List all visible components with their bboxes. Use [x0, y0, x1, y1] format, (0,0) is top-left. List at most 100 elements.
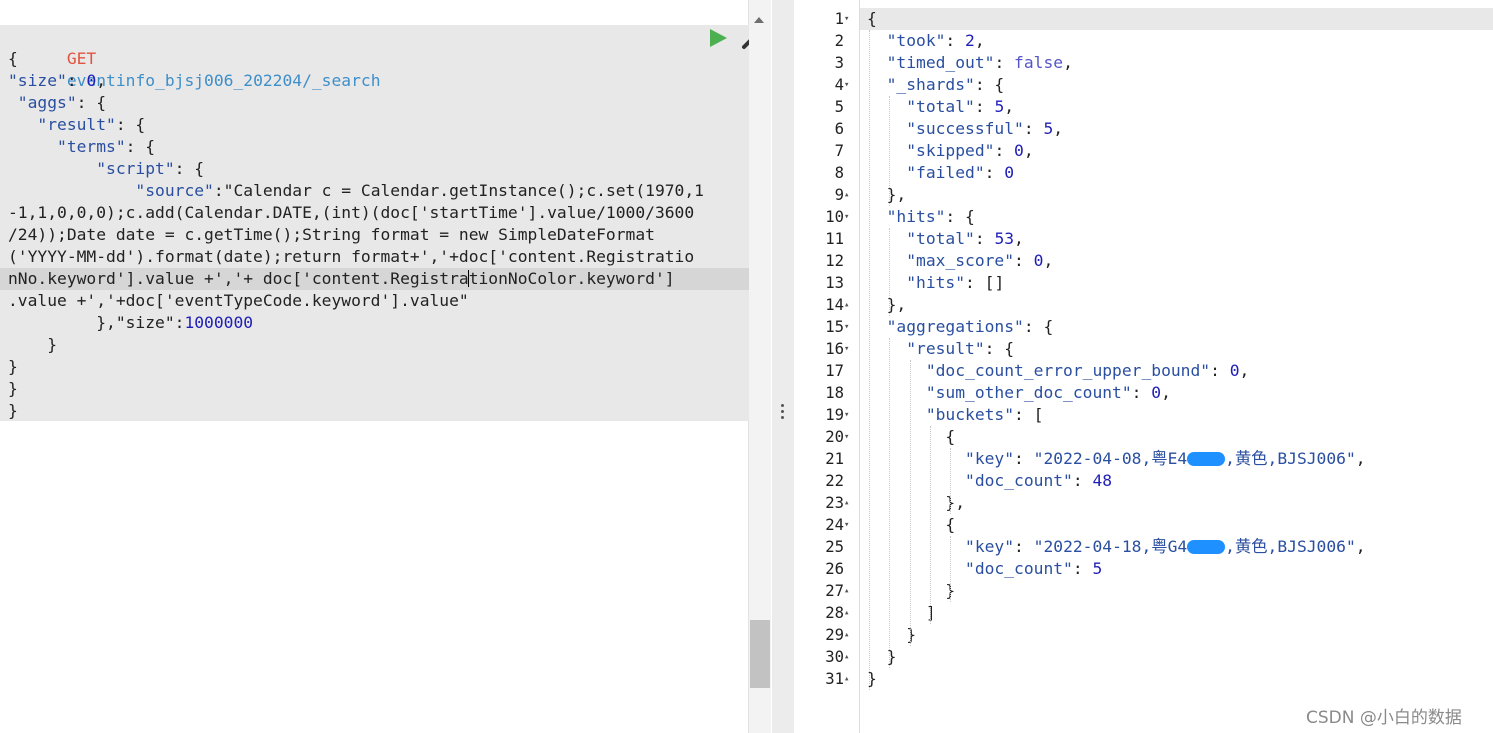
request-url[interactable]: eventinfo_bjsj006_202204/_search	[67, 71, 381, 90]
code-token: "size"	[8, 71, 67, 90]
code-token: 0	[1033, 251, 1044, 270]
response-code-line: }	[867, 646, 897, 668]
request-code-line[interactable]: }	[8, 400, 18, 422]
line-number: 26	[825, 560, 844, 578]
pane-resizer[interactable]	[772, 0, 794, 733]
fold-expand-icon[interactable]: ▴	[844, 184, 854, 206]
code-token: "result"	[8, 115, 116, 134]
watermark: CSDN @小白的数据	[1306, 708, 1462, 728]
code-token: "successful"	[867, 119, 1024, 138]
request-code-line[interactable]: "size": 0,	[8, 70, 106, 92]
line-number: 4 ▾	[794, 74, 858, 96]
request-code-line[interactable]: nNo.keyword'].value +','+ doc['content.R…	[0, 268, 749, 290]
response-code-line: "successful": 5,	[867, 118, 1063, 140]
code-token: 0	[1014, 141, 1024, 160]
fold-collapse-icon[interactable]: ▾	[844, 206, 854, 228]
code-token: :	[1014, 537, 1034, 556]
code-token: }	[8, 379, 18, 398]
code-token: ,黄色,BJSJ006"	[1225, 449, 1356, 468]
code-token: "took"	[867, 31, 946, 50]
fold-collapse-icon[interactable]: ▾	[844, 316, 854, 338]
fold-expand-icon[interactable]: ▴	[844, 602, 854, 624]
fold-expand-icon[interactable]: ▴	[844, 646, 854, 668]
line-number: 1 ▾	[794, 8, 858, 30]
indent-guide	[889, 96, 890, 206]
code-token: ,	[1053, 119, 1064, 138]
request-code-line[interactable]: "aggs": {	[8, 92, 106, 114]
fold-expand-icon[interactable]: ▴	[844, 624, 854, 646]
code-token: "doc_count_error_upper_bound"	[867, 361, 1211, 380]
request-code-line[interactable]: "source":"Calendar c = Calendar.getInsta…	[8, 180, 704, 202]
fold-expand-icon[interactable]: ▴	[844, 580, 854, 602]
request-code-area[interactable]: GET eventinfo_bjsj006_202204/_search {"s…	[0, 25, 749, 421]
indent-guide	[950, 448, 951, 514]
fold-collapse-icon[interactable]: ▾	[844, 404, 854, 426]
indent-guide	[869, 30, 870, 690]
request-code-line[interactable]: "script": {	[8, 158, 204, 180]
response-code-line: "hits": []	[867, 272, 1004, 294]
response-viewer[interactable]: 1 ▾ 2 3 4 ▾ 5 6 7 8 9 ▴ 10 ▾ 11 12 13 14 ▴ 15 ▾ 16 ▾ 17 18 19 ▾ 20 ▾…	[794, 0, 1493, 733]
fold-expand-icon[interactable]: ▴	[844, 492, 854, 514]
indent-guide	[950, 536, 951, 602]
request-code-line[interactable]: {	[8, 48, 18, 70]
code-token: "aggs"	[8, 93, 77, 112]
code-token: false	[1014, 53, 1064, 72]
request-code-line[interactable]: "terms": {	[8, 136, 155, 158]
request-code-line[interactable]: }	[8, 378, 18, 400]
request-code-line[interactable]: },"size":1000000	[8, 312, 253, 334]
code-token: : {	[174, 159, 205, 178]
code-token: :"Calendar c = Calendar.getInstance();c.…	[213, 181, 704, 200]
code-token: "script"	[8, 159, 175, 178]
drag-handle-icon[interactable]	[781, 404, 785, 420]
code-token: "aggregations"	[867, 317, 1024, 336]
code-token: :	[1072, 471, 1093, 490]
code-token: :	[974, 229, 995, 248]
code-token: "total"	[867, 229, 975, 248]
code-token: "source"	[8, 181, 214, 200]
code-token: 1000000	[184, 313, 254, 332]
request-code-line[interactable]: .value +','+doc['eventTypeCode.keyword']…	[8, 290, 469, 312]
code-token: ,	[96, 71, 107, 90]
line-number: 20 ▾	[794, 426, 858, 448]
code-token: "sum_other_doc_count"	[867, 383, 1132, 402]
line-number: 22	[825, 472, 844, 490]
code-token: 0	[1004, 163, 1015, 182]
scroll-up-arrow-icon[interactable]	[754, 17, 764, 23]
request-editor[interactable]: GET eventinfo_bjsj006_202204/_search {"s…	[0, 0, 762, 733]
response-code-line: "aggregations": {	[867, 316, 1054, 338]
fold-collapse-icon[interactable]: ▾	[844, 8, 854, 30]
request-code-line[interactable]: "result": {	[8, 114, 145, 136]
request-line-method-url[interactable]: GET eventinfo_bjsj006_202204/_search	[8, 26, 381, 90]
code-token: ('YYYY-MM-dd').format(date);return forma…	[8, 247, 695, 266]
request-code-line[interactable]: -1,1,0,0,0);c.add(Calendar.DATE,(int)(do…	[8, 202, 694, 224]
response-code-line: },	[867, 294, 907, 316]
response-code-line: "total": 53,	[867, 228, 1024, 250]
fold-collapse-icon[interactable]: ▾	[844, 426, 854, 448]
request-code-line[interactable]: }	[8, 356, 18, 378]
line-number: 16 ▾	[794, 338, 858, 360]
code-token: 48	[1092, 471, 1113, 490]
code-token: :	[994, 53, 1015, 72]
response-code-line: "skipped": 0,	[867, 140, 1033, 162]
indent-guide	[930, 426, 931, 624]
line-number: 31 ▴	[794, 668, 858, 690]
request-code-line[interactable]: ('YYYY-MM-dd').format(date);return forma…	[8, 246, 694, 268]
fold-collapse-icon[interactable]: ▾	[844, 338, 854, 360]
line-number: 30 ▴	[794, 646, 858, 668]
request-scrollbar[interactable]	[749, 0, 771, 733]
code-token: }	[8, 401, 18, 420]
scroll-thumb[interactable]	[750, 620, 770, 688]
fold-expand-icon[interactable]: ▴	[844, 668, 854, 690]
fold-collapse-icon[interactable]: ▾	[844, 514, 854, 536]
code-token: }	[867, 647, 897, 666]
code-token: },"size"	[8, 313, 175, 332]
request-code-line[interactable]: /24));Date date = c.getTime();String for…	[8, 224, 655, 246]
response-code-line: }	[867, 580, 955, 602]
fold-collapse-icon[interactable]: ▾	[844, 74, 854, 96]
request-code-line[interactable]: }	[8, 334, 57, 356]
code-token: ,	[1004, 97, 1015, 116]
code-token: : [	[1014, 405, 1044, 424]
run-request-button[interactable]	[708, 28, 728, 48]
response-code-line: "took": 2,	[867, 30, 985, 52]
fold-expand-icon[interactable]: ▴	[844, 294, 854, 316]
